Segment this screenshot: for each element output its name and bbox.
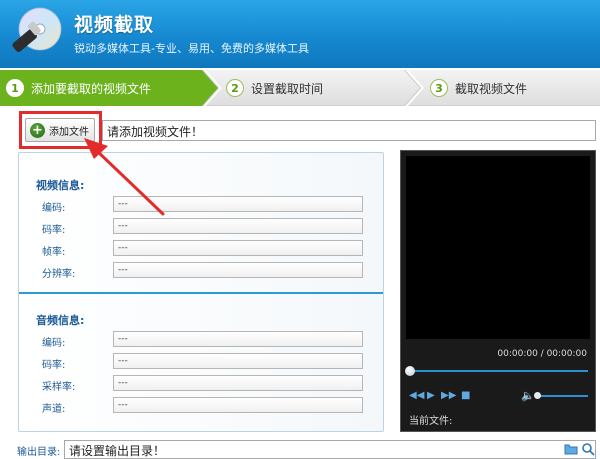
highlight-box (19, 111, 102, 149)
audio-channels-label: 声道: (42, 404, 66, 415)
step-1[interactable]: 1 添加要截取的视频文件 (0, 70, 202, 106)
panel-divider (19, 292, 383, 294)
app-title: 视频截取 (74, 14, 155, 36)
current-file-label: 当前文件: (409, 416, 453, 427)
volume-track[interactable] (538, 395, 588, 397)
audio-bitrate-label: 码率: (42, 360, 66, 371)
step-2[interactable]: 2 设置截取时间 (226, 70, 406, 106)
step-3-number: 3 (430, 79, 448, 97)
app-subtitle: 锐动多媒体工具-专业、易用、免费的多媒体工具 (74, 42, 309, 55)
step-1-label: 添加要截取的视频文件 (31, 81, 152, 96)
steps-bar: 1 添加要截取的视频文件 2 设置截取时间 3 截取视频文件 (0, 70, 600, 106)
file-path-input[interactable]: 请添加视频文件！ (102, 120, 596, 141)
audio-samplerate-label: 采样率: (42, 382, 76, 393)
media-info-panel: 视频信息: 编码: --- 码率: --- 帧率: --- 分辨率: --- 音… (18, 152, 384, 432)
playback-time: 00:00:00 / 00:00:00 (497, 349, 587, 359)
video-player: 00:00:00 / 00:00:00 ◀◀ ▶ ▶▶ ■ 🔈 当前文件: (400, 150, 596, 432)
audio-codec-label: 编码: (42, 338, 66, 349)
step-2-label: 设置截取时间 (251, 81, 324, 96)
play-icon[interactable]: ▶ (427, 391, 439, 401)
audio-samplerate-value: --- (113, 375, 363, 391)
volume-knob[interactable] (534, 392, 541, 399)
video-bitrate-value: --- (113, 218, 363, 234)
stop-icon[interactable]: ■ (461, 391, 473, 401)
video-screen (406, 156, 590, 339)
video-info-title: 视频信息: (36, 179, 85, 192)
video-resolution-value: --- (113, 262, 363, 278)
video-codec-value: --- (113, 196, 363, 212)
forward-icon[interactable]: ▶▶ (441, 391, 456, 401)
output-dir-label: 输出目录: (17, 447, 61, 458)
audio-channels-value: --- (113, 397, 363, 413)
folder-icon[interactable] (564, 442, 578, 455)
volume-icon[interactable]: 🔈 (521, 389, 535, 402)
search-icon[interactable] (581, 442, 595, 456)
audio-bitrate-value: --- (113, 353, 363, 369)
output-dir-input[interactable]: 请设置输出目录！ (64, 440, 596, 459)
audio-codec-value: --- (113, 331, 363, 347)
video-framerate-value: --- (113, 240, 363, 256)
step-3-label: 截取视频文件 (455, 81, 528, 96)
step-3[interactable]: 3 截取视频文件 (430, 70, 590, 106)
video-codec-label: 编码: (42, 203, 66, 214)
step-1-number: 1 (6, 79, 24, 97)
progress-knob[interactable] (405, 366, 415, 376)
rewind-icon[interactable]: ◀◀ (409, 391, 424, 401)
video-bitrate-label: 码率: (42, 225, 66, 236)
app-logo-icon (12, 7, 62, 52)
progress-track[interactable] (408, 370, 588, 372)
video-resolution-label: 分辨率: (42, 269, 76, 280)
audio-info-title: 音频信息: (36, 314, 85, 327)
video-framerate-label: 帧率: (42, 247, 66, 258)
step-2-number: 2 (226, 79, 244, 97)
app-header: 视频截取 锐动多媒体工具-专业、易用、免费的多媒体工具 (0, 0, 600, 68)
